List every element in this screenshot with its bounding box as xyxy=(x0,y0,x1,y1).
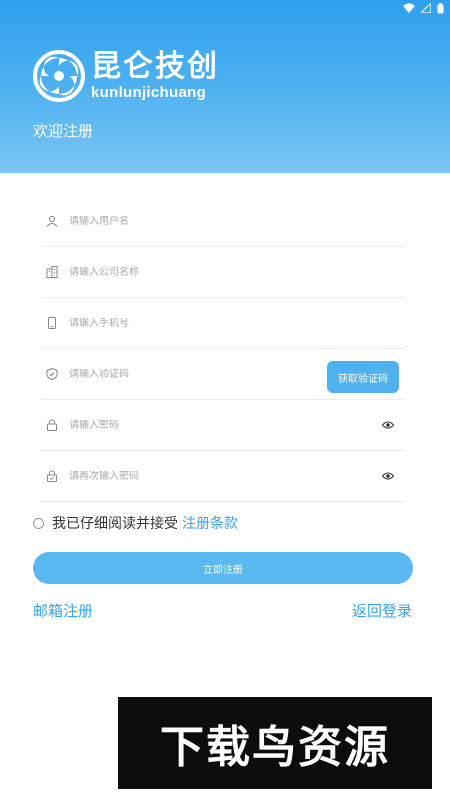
signal-icon xyxy=(421,3,431,13)
username-row xyxy=(41,196,405,247)
watermark-banner: 下载鸟资源 xyxy=(118,697,432,789)
username-input[interactable] xyxy=(69,215,405,227)
building-icon xyxy=(45,265,59,279)
agreement-text: 我已仔细阅读并接受 xyxy=(52,515,178,531)
wifi-icon xyxy=(403,3,415,13)
company-row xyxy=(41,247,405,298)
company-input[interactable] xyxy=(69,266,405,278)
confirm-password-input[interactable] xyxy=(69,470,381,482)
phone-input[interactable] xyxy=(69,317,405,329)
status-bar xyxy=(403,0,444,16)
phone-icon xyxy=(45,316,59,330)
back-to-login-link[interactable]: 返回登录 xyxy=(352,600,412,621)
shield-icon xyxy=(45,367,59,381)
register-button[interactable]: 立即注册 xyxy=(33,552,413,584)
get-code-button[interactable]: 获取验证码 xyxy=(327,361,399,393)
password-row xyxy=(41,400,405,451)
register-form: 获取验证码 xyxy=(41,196,405,502)
phone-row xyxy=(41,298,405,349)
swirl-logo-icon xyxy=(33,50,85,102)
eye-icon[interactable] xyxy=(381,418,395,432)
page-title: 欢迎注册 xyxy=(33,123,94,140)
user-icon xyxy=(45,214,59,228)
watermark-text: 下载鸟资源 xyxy=(160,722,390,773)
eye-icon[interactable] xyxy=(381,469,395,483)
brand-name-en: kunlunjichuang xyxy=(91,84,207,101)
confirm-password-row xyxy=(41,451,405,502)
agreement-row: 我已仔细阅读并接受 注册条款 xyxy=(33,513,238,533)
brand-logo: 昆仑技创 kunlunjichuang xyxy=(33,50,219,102)
battery-icon xyxy=(437,2,444,13)
lock-check-icon xyxy=(45,469,59,483)
brand-name-cn: 昆仑技创 xyxy=(91,50,219,83)
password-input[interactable] xyxy=(69,419,381,431)
header-banner: 昆仑技创 kunlunjichuang 欢迎注册 xyxy=(0,0,450,173)
lock-icon xyxy=(45,418,59,432)
agree-radio[interactable] xyxy=(33,517,44,529)
email-register-link[interactable]: 邮箱注册 xyxy=(33,600,93,621)
terms-link[interactable]: 注册条款 xyxy=(182,513,238,533)
code-row: 获取验证码 xyxy=(41,349,405,400)
